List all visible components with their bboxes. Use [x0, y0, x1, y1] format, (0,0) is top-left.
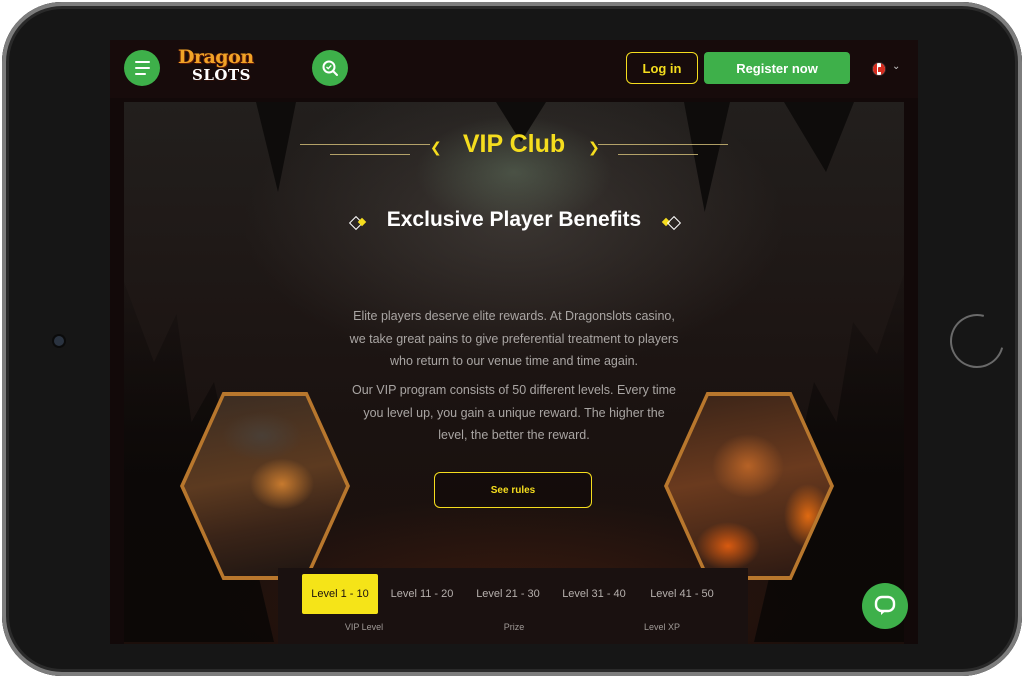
screen: Dragon SLOTS Log in Register now ⌄ ❮ VIP… [110, 40, 918, 644]
login-button[interactable]: Log in [626, 52, 698, 84]
site-header: Dragon SLOTS Log in Register now ⌄ [110, 40, 918, 98]
program-paragraph: Our VIP program consists of 50 different… [352, 383, 676, 442]
tab-level-1-10[interactable]: Level 1 - 10 [302, 574, 378, 614]
column-header-level-xp: Level XP [643, 622, 681, 632]
intro-paragraph: Elite players deserve elite rewards. At … [349, 309, 679, 368]
tablet-frame: Dragon SLOTS Log in Register now ⌄ ❮ VIP… [2, 2, 1022, 676]
tab-level-21-30[interactable]: Level 21 - 30 [470, 574, 546, 614]
chevron-down-icon: ⌄ [892, 61, 901, 72]
menu-icon [134, 67, 150, 69]
level-tabs-panel: Level 1 - 10 Level 11 - 20 Level 21 - 30… [278, 568, 748, 644]
tab-level-41-50[interactable]: Level 41 - 50 [642, 574, 722, 614]
title-divider [598, 144, 728, 145]
camera-icon [54, 336, 64, 346]
language-selector[interactable]: ⌄ [870, 60, 906, 78]
logo-word-slots: SLOTS [192, 66, 251, 84]
search-button[interactable] [312, 50, 348, 86]
title-divider [618, 154, 698, 155]
chat-icon [874, 595, 896, 615]
home-button-icon [940, 304, 1014, 378]
menu-icon [134, 73, 146, 75]
logo-word-dragon: Dragon [178, 46, 254, 68]
vip-hero: ❮ VIP Club ❯ Exclusive Player Benefits E… [124, 102, 904, 644]
see-rules-button[interactable]: See rules [434, 472, 592, 508]
column-header-prize: Prize [503, 622, 525, 632]
logo[interactable]: Dragon SLOTS [176, 46, 268, 86]
section-subtitle: Exclusive Player Benefits [386, 208, 642, 231]
column-header-vip-level: VIP Level [344, 622, 384, 632]
tab-level-11-20[interactable]: Level 11 - 20 [384, 574, 460, 614]
live-chat-button[interactable] [862, 583, 908, 629]
canada-flag-icon [872, 62, 886, 76]
menu-button[interactable] [124, 50, 160, 86]
menu-icon [134, 61, 150, 63]
search-icon [322, 60, 338, 76]
register-button[interactable]: Register now [704, 52, 850, 84]
chevron-right-icon: ❯ [588, 140, 600, 156]
tab-level-31-40[interactable]: Level 31 - 40 [556, 574, 632, 614]
page-title: VIP Club [462, 130, 566, 158]
